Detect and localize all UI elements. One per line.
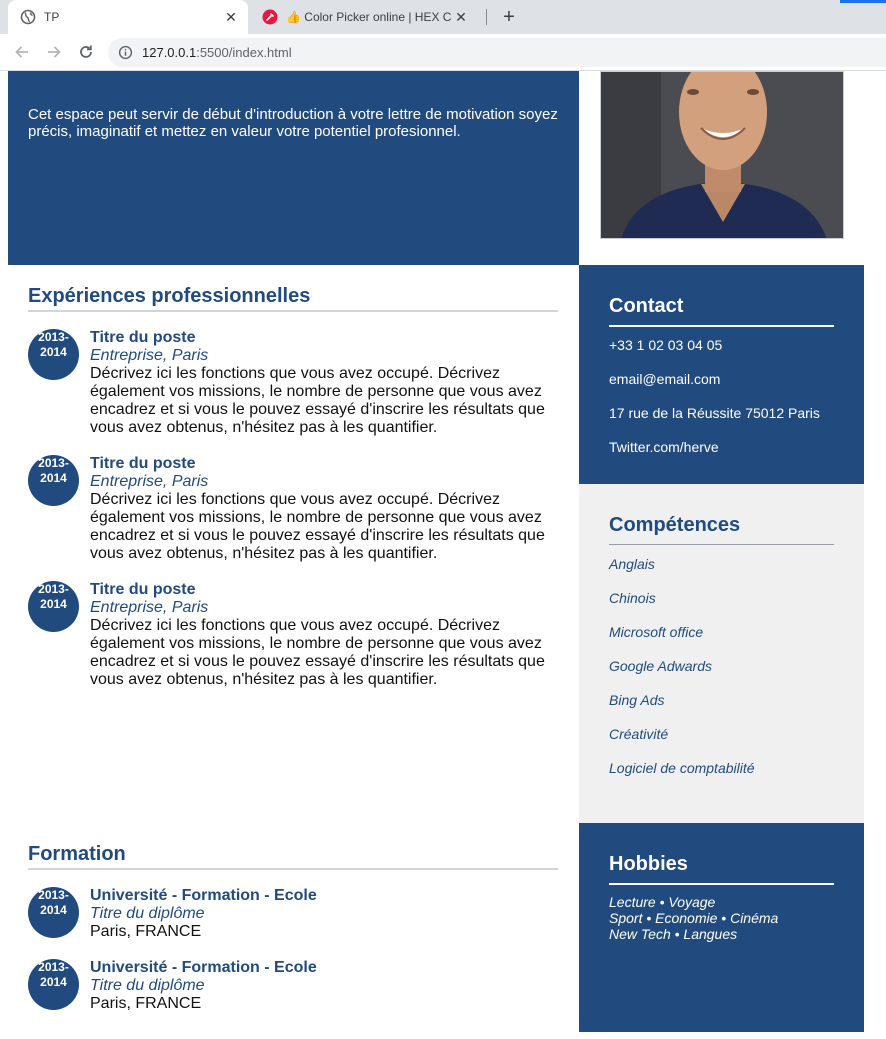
profile-photo-image [601,72,843,238]
arrow-left-icon [15,46,28,58]
contact-email: email@email.com [609,371,721,387]
year-end: 2014 [40,471,67,485]
intro-banner: Cet espace peut servir de début d'introd… [8,71,579,265]
year-start: 2013- [38,456,69,470]
hobby-line: Sport • Economie • Cinéma [609,910,779,926]
job-description: Décrivez ici les fonctions que vous avez… [90,617,545,688]
skill-item: Google Adwards [609,658,712,674]
contact-address: 17 rue de la Réussite 75012 Paris [609,405,820,421]
school-name: Université - Formation - Ecole [90,959,317,976]
tab-title: TP [44,10,60,24]
tab-strip: TP ✕ 👍 Color Picker online | HEX Colo ✕ … [0,0,886,34]
year-badge: 2013- 2014 [28,455,79,506]
experience-heading: Expériences professionnelles [28,285,558,312]
year-end: 2014 [40,903,67,917]
forward-button[interactable] [42,40,66,64]
degree-title: Titre du diplôme [90,977,205,994]
school-location: Paris, FRANCE [90,995,202,1012]
hobby-line: Lecture • Voyage [609,894,716,910]
job-description: Décrivez ici les fonctions que vous avez… [90,491,545,562]
skills-heading: Compétences [609,514,834,545]
year-start: 2013- [38,330,69,344]
back-button[interactable] [10,40,34,64]
year-badge: 2013- 2014 [28,887,79,938]
job-company: Entreprise, Paris [90,347,209,364]
info-icon[interactable] [118,45,133,60]
hobbies-heading: Hobbies [609,853,834,885]
close-tab-icon[interactable]: ✕ [452,8,470,26]
experience-item: 2013- 2014 Titre du poste Entreprise, Par… [28,455,558,565]
address-bar[interactable]: 127.0.0.1:5500/index.html [108,38,886,67]
year-start: 2013- [38,582,69,596]
year-end: 2014 [40,975,67,989]
hobby-line: New Tech • Langues [609,926,738,942]
skill-item: Microsoft office [609,624,704,640]
tab-tp[interactable]: TP ✕ [8,0,248,34]
hobbies-panel: Hobbies Lecture • Voyage Sport • Economi… [579,823,864,1032]
year-badge: 2013- 2014 [28,581,79,632]
intro-text: Cet espace peut servir de début d'introd… [28,106,558,140]
job-description: Décrivez ici les fonctions que vous avez… [90,365,545,436]
year-end: 2014 [40,597,67,611]
formation-item: 2013- 2014 Université - Formation - Ecole… [28,887,558,947]
window-accent [840,0,886,3]
reload-button[interactable] [74,40,98,64]
job-company: Entreprise, Paris [90,599,209,616]
year-badge: 2013- 2014 [28,959,79,1010]
new-tab-button[interactable]: + [498,7,520,29]
year-end: 2014 [40,345,67,359]
color-picker-icon [262,9,278,25]
profile-photo [600,71,844,239]
school-name: Université - Formation - Ecole [90,887,317,904]
skill-item: Anglais [609,556,655,572]
year-start: 2013- [38,888,69,902]
contact-phone: +33 1 02 03 04 05 [609,337,723,353]
job-position: Titre du poste [90,581,196,598]
school-location: Paris, FRANCE [90,923,202,940]
url-host: 127.0.0.1 [142,45,197,60]
formation-heading: Formation [28,843,558,870]
arrow-right-icon [48,46,61,58]
year-start: 2013- [38,960,69,974]
skills-panel: Compétences Anglais Chinois Microsoft of… [579,484,864,823]
skill-item: Chinois [609,590,656,606]
contact-twitter: Twitter.com/herve [609,439,719,455]
job-company: Entreprise, Paris [90,473,209,490]
experience-item: 2013- 2014 Titre du poste Entreprise, Par… [28,329,558,439]
formation-item: 2013- 2014 Université - Formation - Ecole… [28,959,558,1019]
year-badge: 2013- 2014 [28,329,79,380]
job-position: Titre du poste [90,329,196,346]
reload-icon [80,45,92,58]
tab-title: 👍 Color Picker online | HEX Colo [286,10,452,24]
skill-item: Bing Ads [609,692,665,708]
globe-icon [20,9,36,25]
contact-heading: Contact [609,295,834,327]
experience-item: 2013- 2014 Titre du poste Entreprise, Par… [28,581,558,691]
contact-panel: Contact +33 1 02 03 04 05 email@email.co… [579,265,864,484]
skill-item: Logiciel de comptabilité [609,760,755,776]
browser-toolbar: 127.0.0.1:5500/index.html [0,34,886,71]
url-path: :5500/index.html [196,45,292,60]
url-text: 127.0.0.1:5500/index.html [142,45,292,60]
tab-separator [486,9,487,25]
skill-item: Créativité [609,726,669,742]
degree-title: Titre du diplôme [90,905,205,922]
tab-color-picker[interactable]: 👍 Color Picker online | HEX Colo ✕ [250,0,478,34]
cv-page: Cet espace peut servir de début d'introd… [0,71,886,1039]
close-tab-icon[interactable]: ✕ [222,8,240,26]
job-position: Titre du poste [90,455,196,472]
